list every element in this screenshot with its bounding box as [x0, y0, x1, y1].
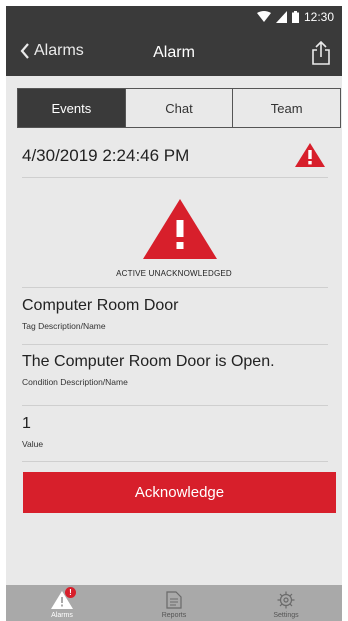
nav-reports[interactable]: Reports — [118, 585, 230, 621]
status-time: 12:30 — [303, 10, 334, 24]
divider — [22, 344, 328, 345]
signal-icon — [275, 11, 287, 23]
nav-settings[interactable]: Settings — [230, 585, 342, 621]
app-bar: Alarms Alarm — [6, 31, 342, 76]
bottom-nav: ! Alarms Reports Settings — [6, 585, 342, 621]
nav-label-settings: Settings — [273, 612, 299, 619]
gear-icon — [277, 591, 295, 609]
nav-label-alarms: Alarms — [51, 612, 73, 619]
tag-value: Computer Room Door — [22, 297, 179, 314]
tab-team[interactable]: Team — [232, 89, 340, 127]
tag-label: Tag Description/Name — [22, 321, 106, 331]
phone-screen: 12:30 Alarms Alarm Events Chat Team 4/30… — [6, 6, 342, 621]
nav-label-reports: Reports — [161, 612, 187, 619]
divider — [22, 461, 328, 462]
wifi-icon — [256, 11, 271, 22]
document-icon — [166, 591, 182, 609]
page-title: Alarm — [153, 44, 195, 61]
value-label: Value — [22, 439, 44, 449]
value-field: 1 Value — [22, 415, 328, 449]
battery-icon — [291, 11, 299, 23]
warning-icon — [294, 142, 326, 173]
divider — [22, 177, 328, 178]
nav-alarms[interactable]: ! Alarms — [6, 585, 118, 621]
alarm-datetime: 4/30/2019 2:24:46 PM — [22, 146, 190, 165]
condition-field: The Computer Room Door is Open. Conditio… — [22, 353, 328, 387]
divider — [22, 405, 328, 406]
tab-bar: Events Chat Team — [17, 88, 341, 128]
condition-value: The Computer Room Door is Open. — [22, 353, 275, 370]
acknowledge-button[interactable]: Acknowledge — [23, 472, 336, 513]
alarm-state: ACTIVE UNACKNOWLEDGED — [116, 269, 232, 278]
tag-field: Computer Room Door Tag Description/Name — [22, 297, 328, 331]
alarm-warning-icon — [143, 199, 217, 264]
value-value: 1 — [22, 415, 31, 432]
status-icons: 12:30 — [256, 10, 334, 24]
alarm-badge: ! — [65, 587, 76, 598]
tab-chat[interactable]: Chat — [124, 89, 233, 127]
tab-events[interactable]: Events — [18, 89, 125, 127]
divider — [22, 287, 328, 288]
condition-label: Condition Description/Name — [22, 377, 128, 387]
share-icon — [312, 40, 330, 65]
share-button[interactable] — [312, 40, 330, 70]
status-bar: 12:30 — [6, 6, 342, 31]
